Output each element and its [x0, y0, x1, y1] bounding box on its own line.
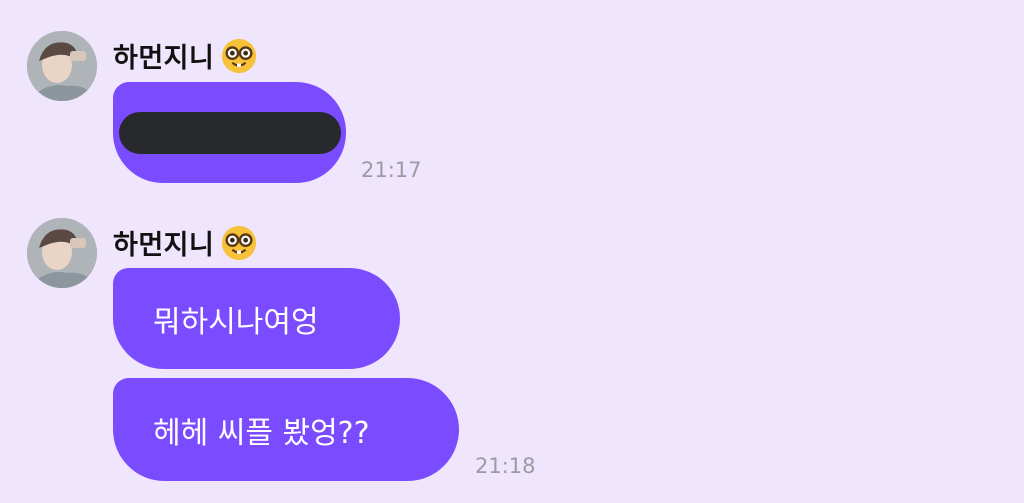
sender-avatar[interactable] — [27, 218, 97, 288]
message-bubble-redacted[interactable] — [113, 82, 346, 183]
message-timestamp: 21:17 — [361, 158, 422, 182]
message-bubble[interactable]: 헤헤 씨플 봤엉?? — [113, 378, 459, 481]
sender-name: 하먼지니 — [113, 36, 258, 75]
sender-name: 하먼지니 — [113, 223, 258, 262]
nerd-face-icon — [222, 38, 257, 73]
message-text: 헤헤 씨플 봤엉?? — [153, 415, 370, 451]
message-timestamp: 21:18 — [475, 454, 536, 478]
redaction-bar — [118, 111, 341, 154]
avatar-photo — [27, 31, 97, 101]
sender-name-text: 하먼지니 — [113, 43, 215, 74]
nerd-face-icon — [222, 225, 257, 260]
message-bubble[interactable]: 뭐하시나여엉 — [113, 268, 400, 369]
message-text: 뭐하시나여엉 — [153, 304, 319, 340]
sender-avatar[interactable] — [27, 31, 97, 101]
sender-name-text: 하먼지니 — [113, 230, 215, 261]
avatar-photo — [27, 218, 97, 288]
